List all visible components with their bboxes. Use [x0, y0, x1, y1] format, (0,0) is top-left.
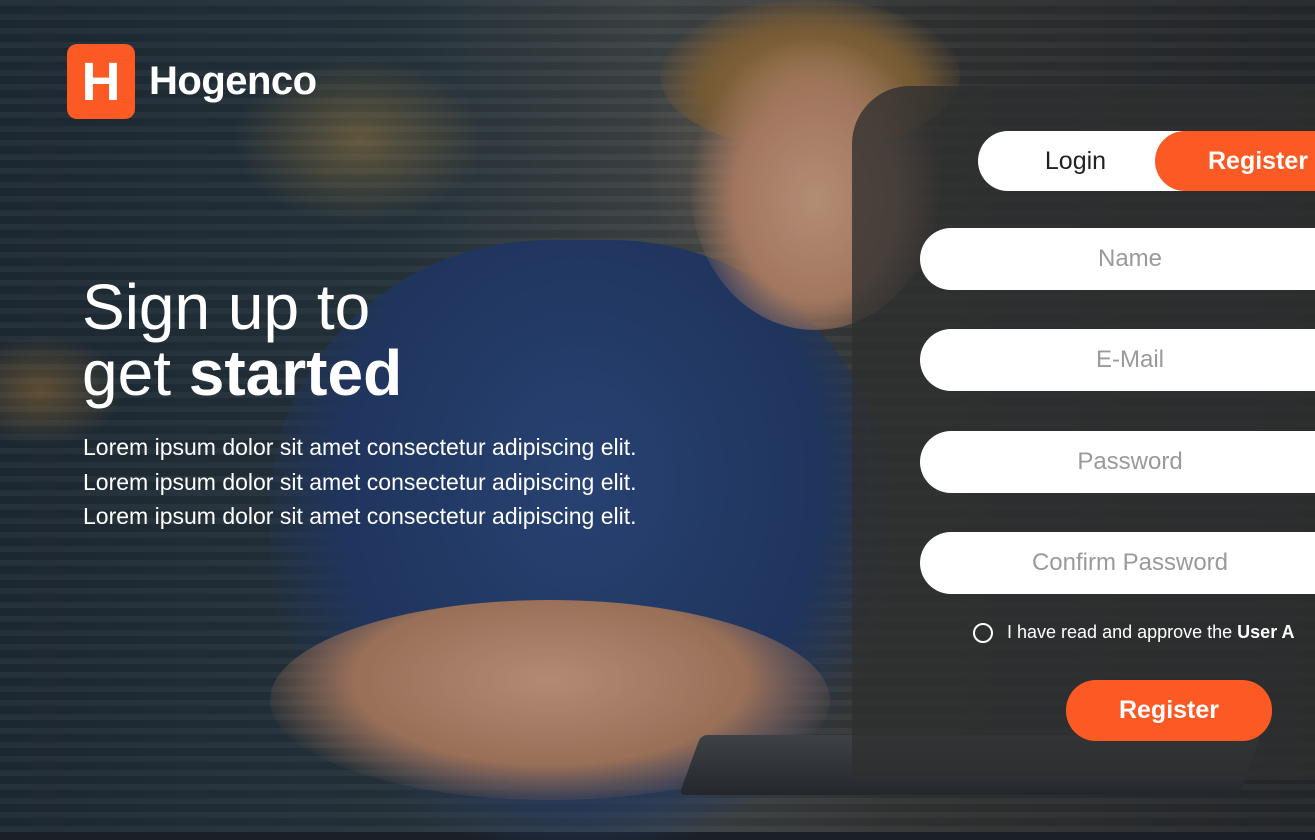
- tab-register[interactable]: Register: [1155, 131, 1315, 191]
- agreement-text: I have read and approve the: [1007, 622, 1233, 642]
- hero-description: Lorem ipsum dolor sit amet consectetur a…: [83, 434, 637, 529]
- email-input[interactable]: [920, 329, 1315, 391]
- name-input[interactable]: [920, 228, 1315, 290]
- h-logo-icon: H: [67, 44, 135, 119]
- hero-title: Sign up to get started: [82, 274, 402, 406]
- password-input[interactable]: [920, 431, 1315, 493]
- radio-circle-icon[interactable]: [973, 622, 993, 643]
- auth-tabs: Login Register: [978, 131, 1315, 191]
- brand-name: Hogenco: [149, 59, 317, 103]
- confirm-password-input[interactable]: [920, 532, 1315, 594]
- register-button[interactable]: Register: [1066, 680, 1272, 741]
- user-agreement-link[interactable]: User A: [1237, 622, 1294, 643]
- brand[interactable]: H Hogenco: [67, 44, 317, 119]
- agreement-row: I have read and approve the User A: [973, 622, 1295, 643]
- hero-title-line1: Sign up to: [82, 271, 371, 343]
- hero-title-line2-bold: started: [188, 337, 403, 409]
- logo-letter: H: [81, 51, 121, 112]
- tab-login[interactable]: Login: [978, 131, 1173, 191]
- hero-title-line2-plain: get: [82, 337, 189, 409]
